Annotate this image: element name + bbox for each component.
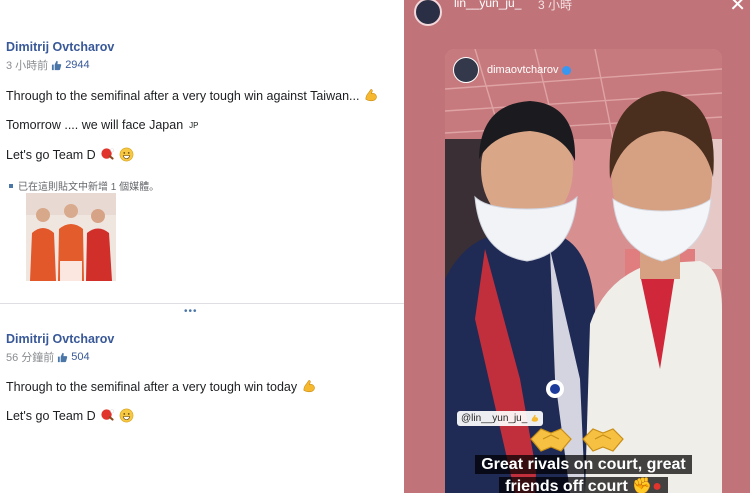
thumbs-up-icon xyxy=(58,352,68,362)
inner-username[interactable]: dimaovtcharov xyxy=(487,64,571,76)
ping-pong-icon xyxy=(101,409,114,421)
ping-pong-icon xyxy=(101,148,114,160)
post-divider xyxy=(0,303,404,304)
facebook-feed: Dimitrij Ovtcharov 3 小時前 2944 Through to… xyxy=(0,0,404,493)
post-text-line: Tomorrow .... we will face Japan JP xyxy=(6,118,199,132)
media-note-text: 已在這則貼文中新增 1 個媒體。 xyxy=(18,182,160,193)
post-author[interactable]: Dimitrij Ovtcharov xyxy=(6,332,114,346)
story-time: 3 小時 xyxy=(538,0,573,12)
flag-jp-icon: JP xyxy=(189,120,199,130)
caption-text: friends off court xyxy=(505,478,628,493)
shared-post-card[interactable]: dimaovtcharov @lin__yun_ju_ Great rivals… xyxy=(445,49,722,493)
post-time[interactable]: 3 小時前 xyxy=(6,57,48,73)
close-icon[interactable]: ✕ xyxy=(729,0,746,17)
post-text: Tomorrow .... we will face Japan xyxy=(6,118,184,132)
thumbs-up-icon xyxy=(52,60,62,70)
grinning-face-icon xyxy=(119,147,134,162)
story-avatar[interactable] xyxy=(414,0,442,26)
inner-avatar[interactable] xyxy=(453,57,479,83)
handshake-emojis xyxy=(529,421,625,455)
like-count[interactable]: 2944 xyxy=(65,59,89,71)
post-text-line: Let's go Team D xyxy=(6,408,134,423)
bullet xyxy=(9,183,13,188)
caption-line: Great rivals on court, great xyxy=(475,455,692,474)
ping-pong-icon: ● xyxy=(652,478,662,493)
grinning-face-icon xyxy=(119,408,134,423)
flexed-biceps-icon: ✊ xyxy=(632,478,653,493)
post-text: Through to the semifinal after a very to… xyxy=(6,379,298,394)
post-text: Through to the semifinal after a very to… xyxy=(6,88,360,103)
story-caption: Great rivals on court, great friends off… xyxy=(445,454,722,493)
handshake-icon xyxy=(530,428,572,452)
post-text-line: Through to the semifinal after a very to… xyxy=(6,88,378,103)
like-count[interactable]: 504 xyxy=(71,351,89,363)
story-username[interactable]: lin__yun_ju_ xyxy=(454,0,521,10)
flexed-biceps-icon xyxy=(303,380,315,393)
team-photo-icon xyxy=(26,193,116,281)
mention-text: @lin__yun_ju_ xyxy=(461,413,528,424)
post-meta: 3 小時前 2944 xyxy=(6,57,90,73)
verified-badge-icon xyxy=(561,65,571,75)
post-text-line: Let's go Team D xyxy=(6,147,134,162)
post-text: Let's go Team D xyxy=(6,408,96,423)
instagram-story: lin__yun_ju_ 3 小時 ✕ dimaovtcharov @lin__… xyxy=(404,0,750,493)
handshake-icon xyxy=(582,428,624,452)
post-text: Let's go Team D xyxy=(6,147,96,162)
flexed-biceps-icon xyxy=(365,89,378,102)
caption-line: friends off court ✊● xyxy=(499,477,668,493)
more-posts-dots[interactable]: ••• xyxy=(184,306,198,317)
post-time[interactable]: 56 分鐘前 xyxy=(6,349,54,365)
shared-post-header: dimaovtcharov xyxy=(453,57,571,83)
media-note: 已在這則貼文中新增 1 個媒體。 xyxy=(9,178,159,193)
post-text-line: Through to the semifinal after a very to… xyxy=(6,379,316,394)
post-author[interactable]: Dimitrij Ovtcharov xyxy=(6,40,114,54)
post-meta: 56 分鐘前 504 xyxy=(6,349,90,365)
inner-username-text: dimaovtcharov xyxy=(487,64,559,76)
post-photo-thumbnail[interactable] xyxy=(26,193,116,281)
